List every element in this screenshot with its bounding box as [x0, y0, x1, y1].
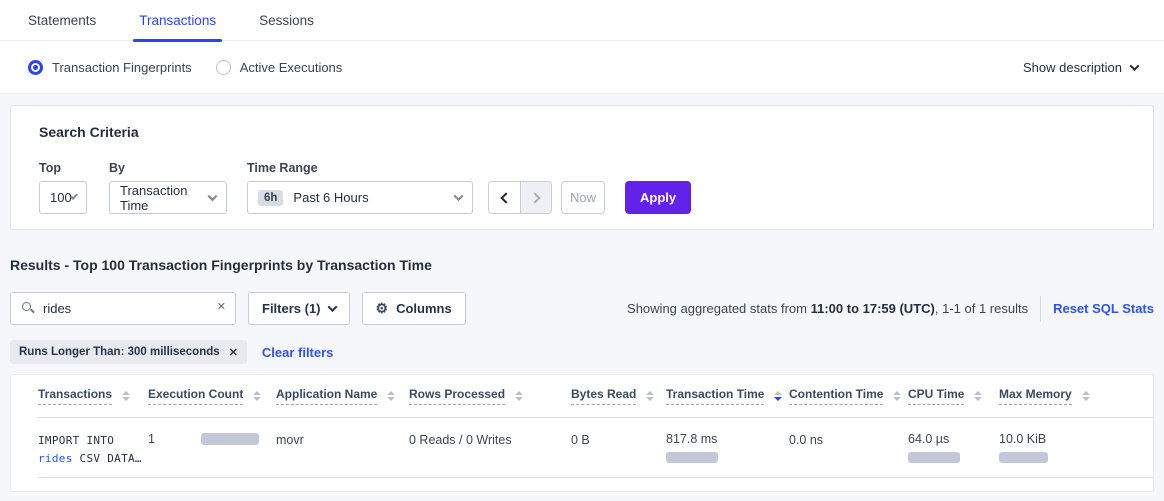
chevron-down-icon [327, 302, 337, 312]
search-criteria-form: Top 100 By Transaction Time Time Range 6… [39, 161, 1125, 214]
time-range-badge: 6h [258, 190, 283, 206]
apply-button[interactable]: Apply [625, 181, 691, 214]
sort-icon[interactable] [387, 391, 395, 401]
radio-selected-icon[interactable] [28, 60, 43, 75]
transaction-time-bar [666, 452, 718, 463]
column-header-rows-processed[interactable]: Rows Processed [409, 387, 571, 405]
view-toggle-bar: Transaction Fingerprints Active Executio… [0, 41, 1164, 94]
reset-sql-stats-link[interactable]: Reset SQL Stats [1053, 301, 1154, 316]
cpu-time-bar [908, 452, 960, 463]
column-header-transactions[interactable]: Transactions [38, 387, 148, 405]
top-field: Top 100 [39, 161, 87, 214]
top-label: Top [39, 161, 87, 175]
search-box: ✕ [10, 292, 236, 325]
tab-statements[interactable]: Statements [22, 0, 102, 41]
gear-icon: ⚙ [376, 300, 389, 317]
time-range-value: Past 6 Hours [293, 190, 368, 205]
search-criteria-card: Search Criteria Top 100 By Transaction T… [10, 105, 1154, 230]
time-range-label: Time Range [247, 161, 473, 175]
show-description-toggle[interactable]: Show description [1023, 60, 1138, 75]
sort-icon[interactable] [974, 391, 982, 401]
clear-filters-link[interactable]: Clear filters [262, 345, 334, 360]
execution-count-bar [201, 433, 259, 445]
clear-search-icon[interactable]: ✕ [217, 300, 226, 313]
sort-icon[interactable] [253, 391, 261, 401]
cpu-time-value: 64.0 µs [908, 432, 999, 446]
bytes-read-value: 0 B [571, 433, 590, 447]
radio-label: Transaction Fingerprints [52, 60, 192, 75]
chevron-down-icon [1130, 61, 1140, 71]
columns-button[interactable]: ⚙ Columns [362, 292, 466, 325]
time-range-select[interactable]: 6h Past 6 Hours [247, 181, 473, 214]
filter-chip-label: Runs Longer Than: 300 milliseconds [19, 346, 220, 358]
sort-icon[interactable] [1082, 391, 1090, 401]
search-criteria-title: Search Criteria [39, 124, 1125, 140]
top-select[interactable]: 100 [39, 181, 87, 214]
previous-time-range-button[interactable] [489, 182, 520, 213]
radio-active-executions[interactable]: Active Executions [216, 60, 343, 75]
table-row: IMPORT INTO rides CSV DATA… 1 movr 0 Rea… [38, 418, 1153, 478]
filters-button[interactable]: Filters (1) [248, 292, 350, 325]
now-button[interactable]: Now [561, 181, 605, 214]
filters-button-label: Filters (1) [262, 301, 321, 316]
time-range-pagination [488, 181, 552, 214]
next-time-range-button[interactable] [520, 182, 551, 213]
time-range-field: Time Range 6h Past 6 Hours [227, 161, 473, 214]
column-header-max-memory[interactable]: Max Memory [999, 387, 1155, 405]
table-header-row: Transactions Execution Count Application… [38, 375, 1153, 418]
column-header-bytes-read[interactable]: Bytes Read [571, 387, 666, 405]
max-memory-value: 10.0 KiB [999, 432, 1155, 446]
filter-chip: Runs Longer Than: 300 milliseconds ✕ [10, 340, 247, 364]
sort-icon[interactable] [893, 391, 901, 401]
sort-icon[interactable] [646, 391, 654, 401]
contention-time-value: 0.0 ns [789, 433, 823, 447]
radio-transaction-fingerprints[interactable]: Transaction Fingerprints [28, 60, 192, 75]
chevron-right-icon [529, 192, 540, 203]
top-select-value: 100 [50, 190, 72, 205]
column-header-transaction-time[interactable]: Transaction Time [666, 387, 789, 405]
by-field: By Transaction Time [87, 161, 227, 214]
page-body: Search Criteria Top 100 By Transaction T… [0, 105, 1164, 492]
stats-time-range: 11:00 to 17:59 (UTC) [811, 301, 935, 316]
transaction-time-value: 817.8 ms [666, 432, 789, 446]
by-label: By [109, 161, 227, 175]
aggregated-stats-text: Showing aggregated stats from 11:00 to 1… [627, 301, 1028, 316]
rows-processed-value: 0 Reads / 0 Writes [409, 433, 512, 447]
transaction-fingerprint-link[interactable]: IMPORT INTO rides CSV DATA… [38, 432, 148, 468]
tab-transactions[interactable]: Transactions [133, 0, 222, 41]
results-table: Transactions Execution Count Application… [10, 374, 1154, 492]
chevron-down-icon [454, 191, 464, 201]
results-heading: Results - Top 100 Transaction Fingerprin… [10, 257, 1154, 273]
vertical-divider [1040, 296, 1041, 322]
max-memory-bar [999, 452, 1048, 463]
application-name-value: movr [276, 433, 304, 447]
tab-sessions[interactable]: Sessions [253, 0, 320, 41]
aggregated-stats-area: Showing aggregated stats from 11:00 to 1… [627, 296, 1154, 322]
sort-icon[interactable] [774, 391, 782, 401]
remove-filter-icon[interactable]: ✕ [229, 346, 238, 359]
show-description-label: Show description [1023, 60, 1122, 75]
column-header-application-name[interactable]: Application Name [276, 387, 409, 405]
chevron-left-icon [500, 192, 511, 203]
search-icon [22, 302, 31, 311]
search-match-highlight: rides [38, 452, 73, 465]
column-header-execution-count[interactable]: Execution Count [148, 387, 276, 405]
active-filters-row: Runs Longer Than: 300 milliseconds ✕ Cle… [10, 340, 1154, 364]
by-select-value: Transaction Time [120, 183, 209, 213]
top-tab-bar: Statements Transactions Sessions [0, 0, 1164, 41]
column-header-cpu-time[interactable]: CPU Time [908, 387, 999, 405]
by-select[interactable]: Transaction Time [109, 181, 227, 214]
radio-unselected-icon[interactable] [216, 60, 231, 75]
sort-icon[interactable] [122, 391, 130, 401]
search-input[interactable] [10, 292, 236, 325]
radio-label: Active Executions [240, 60, 343, 75]
execution-count-value: 1 [148, 432, 155, 446]
sort-icon[interactable] [515, 391, 523, 401]
column-header-contention-time[interactable]: Contention Time [789, 387, 908, 405]
results-controls-row: ✕ Filters (1) ⚙ Columns Showing aggregat… [10, 292, 1154, 325]
columns-button-label: Columns [396, 301, 452, 316]
